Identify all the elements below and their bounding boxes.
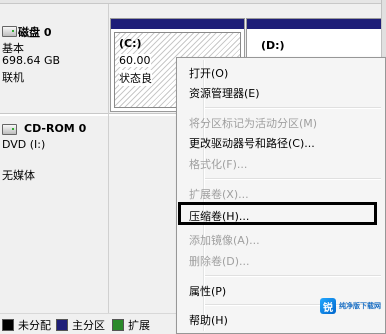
menu-item-change-drive-letter[interactable]: 更改驱动器号和路径(C)... [189,135,315,151]
menu-item-delete-volume[interactable]: 删除卷(D)... [189,253,250,269]
disk0-size: 698.64 GB [2,54,61,67]
hard-disk-icon [2,26,17,37]
legend-item-extended: 扩展 [112,317,150,333]
watermark: 锐 纯净版下载网 [320,296,382,316]
cdrom-media: 无媒体 [2,169,35,182]
legend-label: 扩展 [128,319,150,332]
legend-label: 未分配 [18,319,51,332]
column-divider [108,4,109,313]
menu-item-explorer[interactable]: 资源管理器(E) [189,85,260,101]
disk0-info-panel[interactable]: 磁盘 0 基本 698.64 GB 联机 [0,4,108,112]
menu-separator [205,178,381,180]
primary-partition-bar [247,19,381,29]
menu-item-add-mirror[interactable]: 添加镜像(A)... [189,232,260,248]
cdrom-drive: DVD (I:) [2,138,46,151]
unallocated-swatch [2,319,14,331]
primary-partition-bar [111,19,244,29]
cdrom-drive-icon [2,124,17,135]
menu-item-mark-active[interactable]: 将分区标记为活动分区(M) [189,115,317,131]
menu-item-shrink-volume[interactable]: 压缩卷(H)... [189,208,249,224]
menu-item-extend-volume[interactable]: 扩展卷(X)... [189,186,249,202]
watermark-logo-icon: 锐 [320,298,336,314]
disk0-title: 磁盘 0 [18,26,52,39]
extended-swatch [112,319,124,331]
legend-item-primary: 主分区 [56,317,105,333]
cdrom-info-panel[interactable]: CD-ROM 0 DVD (I:) 无媒体 [0,116,108,236]
partition-c-status: 状态良 [119,70,152,86]
cdrom-title: CD-ROM 0 [24,122,87,135]
menu-separator [205,275,381,277]
primary-swatch [56,319,68,331]
partition-c-size: 60.00 [119,54,151,67]
disk0-status: 联机 [2,71,24,84]
cdrom-volume-area [110,118,180,238]
context-menu: 打开(O) 资源管理器(E) 将分区标记为活动分区(M) 更改驱动器号和路径(C… [176,57,386,334]
partition-d-name: (D:) [261,39,285,52]
legend-label: 主分区 [72,319,105,332]
menu-separator [205,107,381,109]
partition-c-name: (C:) [119,37,142,50]
menu-item-properties[interactable]: 属性(P) [189,283,226,299]
legend-item-unallocated: 未分配 [2,317,51,333]
menu-item-format[interactable]: 格式化(F)... [189,156,247,172]
menu-item-help[interactable]: 帮助(H) [189,312,228,328]
menu-item-open[interactable]: 打开(O) [189,65,228,81]
watermark-text: 纯净版下载网 [339,302,381,310]
